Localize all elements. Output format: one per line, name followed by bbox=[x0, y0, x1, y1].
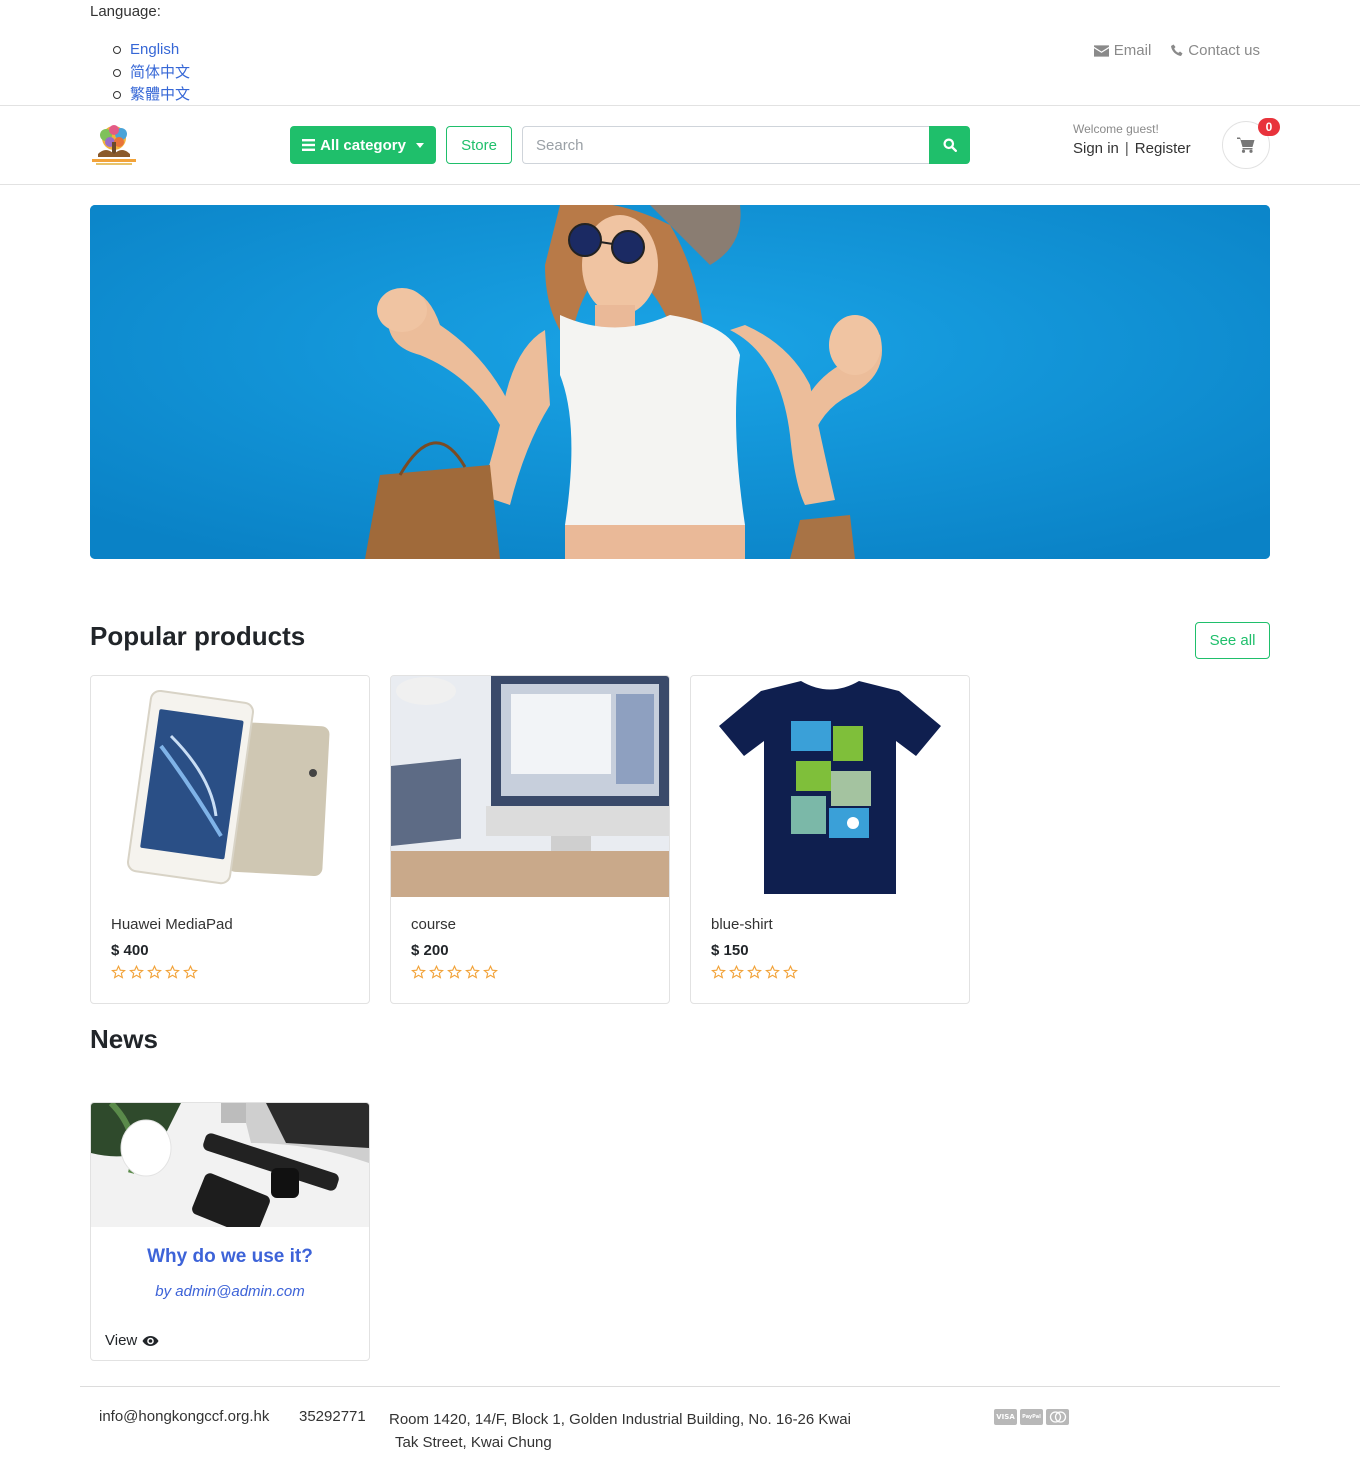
contact-us-link[interactable]: Contact us bbox=[1171, 42, 1260, 59]
product-rating bbox=[711, 965, 798, 980]
footer-divider bbox=[80, 1386, 1280, 1387]
sign-in-link[interactable]: Sign in bbox=[1073, 140, 1119, 157]
news-image bbox=[91, 1103, 369, 1227]
store-button[interactable]: Store bbox=[446, 126, 512, 164]
language-link[interactable]: 简体中文 bbox=[130, 64, 190, 81]
star-outline-icon bbox=[411, 965, 426, 979]
product-price: $ 150 bbox=[711, 942, 749, 959]
cart-count-badge: 0 bbox=[1258, 118, 1280, 136]
star-outline-icon bbox=[111, 965, 126, 979]
contact-us-label: Contact us bbox=[1188, 42, 1260, 59]
phone-icon bbox=[1171, 44, 1183, 56]
mastercard-icon bbox=[1046, 1409, 1069, 1425]
star-outline-icon bbox=[465, 965, 480, 979]
popular-products-title: Popular products bbox=[90, 621, 306, 651]
language-label: Language: bbox=[90, 3, 161, 20]
language-list: English 简体中文 繁體中文 bbox=[112, 39, 190, 107]
news-view-link[interactable]: View bbox=[105, 1332, 159, 1349]
top-contact-bar: Email Contact us bbox=[1093, 42, 1260, 59]
news-title: News bbox=[90, 1024, 158, 1054]
product-name: blue-shirt bbox=[711, 916, 773, 933]
product-name: Huawei MediaPad bbox=[111, 916, 233, 933]
auth-links: Sign in | Register bbox=[1073, 140, 1191, 157]
news-item-title[interactable]: Why do we use it? bbox=[91, 1246, 369, 1268]
menu-icon bbox=[302, 139, 316, 151]
product-price: $ 200 bbox=[411, 942, 449, 959]
search-icon bbox=[943, 138, 957, 152]
star-outline-icon bbox=[747, 965, 762, 979]
caret-down-icon bbox=[415, 142, 424, 148]
visa-icon: VISA bbox=[994, 1409, 1017, 1425]
search-button[interactable] bbox=[929, 126, 970, 164]
header-divider bbox=[0, 184, 1360, 185]
star-outline-icon bbox=[447, 965, 462, 979]
news-item-author: by admin@admin.com bbox=[155, 1283, 305, 1300]
footer-address-line2: Tak Street, Kwai Chung bbox=[395, 1434, 552, 1451]
top-divider bbox=[0, 105, 1360, 106]
product-name: course bbox=[411, 916, 457, 933]
footer-phone: 35292771 bbox=[299, 1408, 366, 1425]
language-option-english[interactable]: English bbox=[112, 39, 190, 62]
product-rating bbox=[411, 965, 498, 980]
register-link[interactable]: Register bbox=[1135, 140, 1191, 157]
envelope-icon bbox=[1093, 44, 1109, 57]
auth-separator: | bbox=[1124, 140, 1129, 157]
language-option-traditional-chinese[interactable]: 繁體中文 bbox=[112, 84, 190, 107]
news-view-label: View bbox=[105, 1332, 138, 1349]
paypal-icon: PayPal bbox=[1020, 1409, 1043, 1425]
language-link[interactable]: 繁體中文 bbox=[130, 86, 190, 103]
star-outline-icon bbox=[165, 965, 180, 979]
product-image bbox=[691, 676, 969, 897]
star-outline-icon bbox=[765, 965, 780, 979]
all-category-dropdown[interactable]: All category bbox=[290, 126, 436, 164]
product-image bbox=[391, 676, 669, 897]
all-category-label: All category bbox=[320, 136, 406, 154]
hero-banner-image bbox=[90, 205, 1270, 559]
welcome-text: Welcome guest! bbox=[1073, 122, 1159, 136]
product-image bbox=[91, 676, 369, 897]
email-link[interactable]: Email bbox=[1093, 42, 1152, 59]
product-card[interactable]: course $ 200 bbox=[390, 675, 670, 1004]
product-card[interactable]: blue-shirt $ 150 bbox=[690, 675, 970, 1004]
hero-banner[interactable] bbox=[90, 205, 1270, 559]
eye-icon bbox=[142, 1335, 159, 1346]
star-outline-icon bbox=[483, 965, 498, 979]
star-outline-icon bbox=[129, 965, 144, 979]
product-card[interactable]: Huawei MediaPad $ 400 bbox=[90, 675, 370, 1004]
email-link-label: Email bbox=[1113, 42, 1152, 59]
star-outline-icon bbox=[147, 965, 162, 979]
site-logo[interactable] bbox=[90, 124, 138, 166]
footer-address-line1: Room 1420, 14/F, Block 1, Golden Industr… bbox=[389, 1411, 851, 1428]
footer-address: Room 1420, 14/F, Block 1, Golden Industr… bbox=[389, 1408, 879, 1454]
product-price: $ 400 bbox=[111, 942, 149, 959]
language-link[interactable]: English bbox=[130, 41, 179, 58]
star-outline-icon bbox=[711, 965, 726, 979]
shopping-cart-icon bbox=[1237, 137, 1255, 153]
language-option-simplified-chinese[interactable]: 简体中文 bbox=[112, 62, 190, 85]
see-all-button[interactable]: See all bbox=[1195, 622, 1270, 659]
star-outline-icon bbox=[183, 965, 198, 979]
payment-methods: VISA PayPal bbox=[994, 1409, 1069, 1425]
footer-email[interactable]: info@hongkongccf.org.hk bbox=[99, 1408, 269, 1425]
star-outline-icon bbox=[783, 965, 798, 979]
product-rating bbox=[111, 965, 198, 980]
star-outline-icon bbox=[429, 965, 444, 979]
star-outline-icon bbox=[729, 965, 744, 979]
news-card[interactable]: Why do we use it? by admin@admin.com Vie… bbox=[90, 1102, 370, 1361]
search-input[interactable] bbox=[522, 126, 930, 164]
